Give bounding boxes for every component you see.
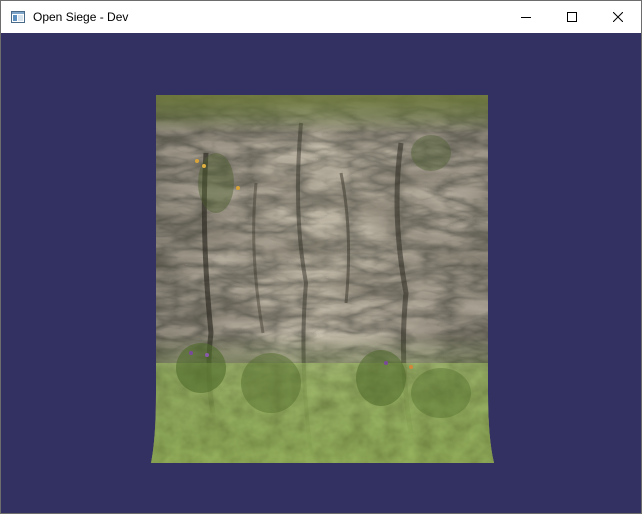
close-icon: [613, 12, 623, 22]
app-window-icon: [10, 9, 26, 25]
title-bar[interactable]: Open Siege - Dev: [1, 1, 641, 33]
maximize-button[interactable]: [549, 1, 595, 33]
window-controls: [503, 1, 641, 33]
rock-cliff-terrain-tile: [151, 95, 494, 463]
minimize-icon: [521, 17, 531, 18]
minimize-button[interactable]: [503, 1, 549, 33]
window-title: Open Siege - Dev: [33, 10, 129, 24]
app-window: Open Siege - Dev: [0, 0, 642, 514]
maximize-icon: [567, 12, 577, 22]
close-button[interactable]: [595, 1, 641, 33]
render-viewport[interactable]: [1, 33, 641, 513]
